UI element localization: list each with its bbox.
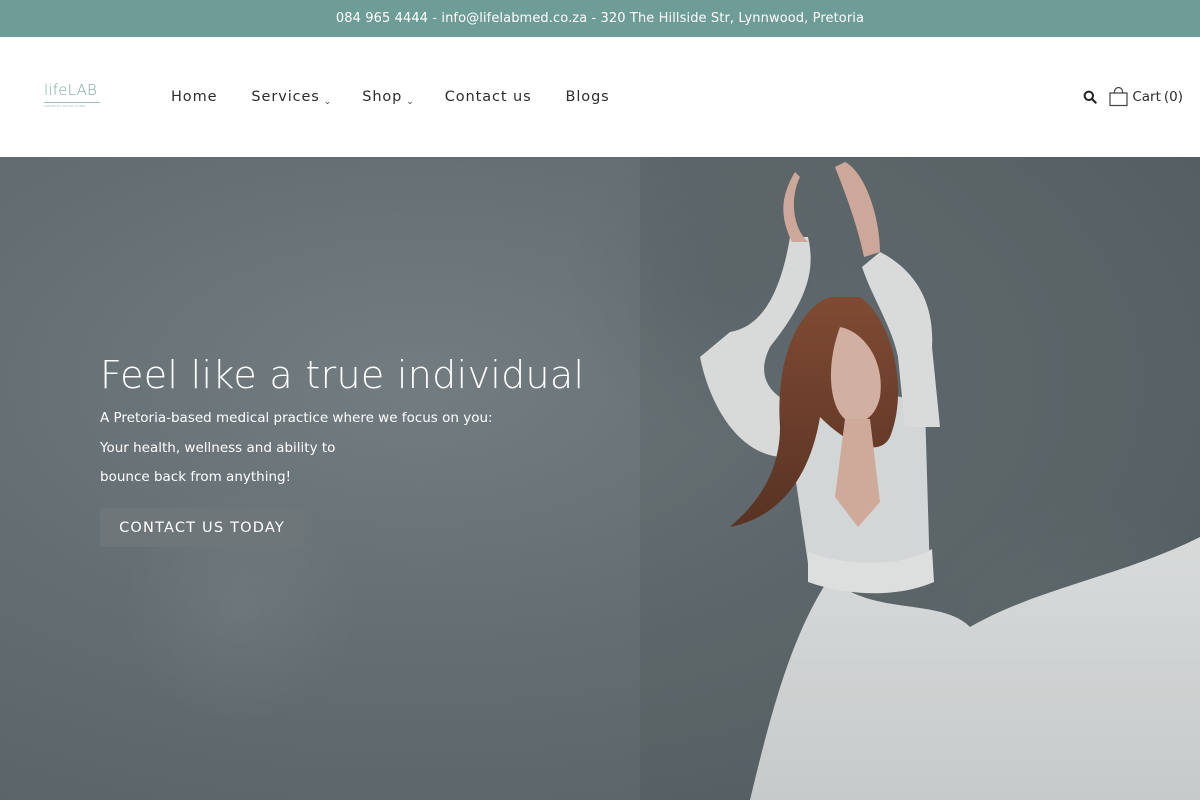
top-contact-bar: 084 965 4444 - info@lifelabmed.co.za - 3…	[0, 0, 1200, 37]
hero-line: bounce back from anything!	[100, 469, 291, 485]
nav-item-label: Home	[171, 89, 218, 105]
nav-item-label: Blogs	[565, 89, 610, 105]
logo-tagline: LONGEVITY DETOX LIVING	[44, 104, 86, 108]
hero-woman-image	[640, 157, 1200, 800]
site-logo[interactable]: lifeLAB LONGEVITY DETOX LIVING	[44, 81, 104, 111]
logo-text: lifeLAB	[44, 81, 98, 99]
shopping-bag-icon	[1109, 87, 1128, 107]
hero-description: A Pretoria-based medical practice where …	[100, 409, 493, 498]
hero-banner: Feel like a true individual A Pretoria-b…	[0, 157, 1200, 800]
hero-line: A Pretoria-based medical practice where …	[100, 410, 493, 426]
chevron-down-icon: ⌄	[323, 96, 333, 107]
contact-line: 084 965 4444 - info@lifelabmed.co.za - 3…	[335, 11, 865, 26]
hero-title: Feel like a true individual	[100, 353, 585, 397]
header-actions: Cart (0)	[1080, 87, 1183, 107]
cart-label: Cart	[1132, 89, 1161, 105]
nav-item-label: Contact us	[444, 89, 532, 105]
search-icon	[1083, 90, 1098, 104]
nav-item-home[interactable]: Home	[171, 89, 217, 105]
site-header: lifeLAB LONGEVITY DETOX LIVING Home Serv…	[0, 37, 1200, 157]
main-nav: Home Services ⌄ Shop ⌄ Contact us Blogs	[171, 37, 644, 157]
chevron-down-icon: ⌄	[406, 96, 415, 107]
nav-item-services[interactable]: Services ⌄	[251, 88, 332, 107]
nav-item-contact-us[interactable]: Contact us	[445, 89, 532, 105]
search-button[interactable]	[1080, 87, 1100, 107]
cart-link[interactable]: Cart (0)	[1108, 87, 1183, 107]
cart-count: (0)	[1163, 89, 1183, 105]
nav-item-blogs[interactable]: Blogs	[566, 89, 610, 105]
hero-line: Your health, wellness and ability to	[100, 439, 336, 456]
logo-underline	[44, 102, 100, 103]
nav-item-label: Shop	[362, 89, 403, 105]
nav-item-shop[interactable]: Shop ⌄	[362, 88, 415, 107]
nav-item-label: Services	[251, 89, 320, 105]
contact-us-today-button[interactable]: CONTACT US TODAY	[100, 508, 304, 547]
